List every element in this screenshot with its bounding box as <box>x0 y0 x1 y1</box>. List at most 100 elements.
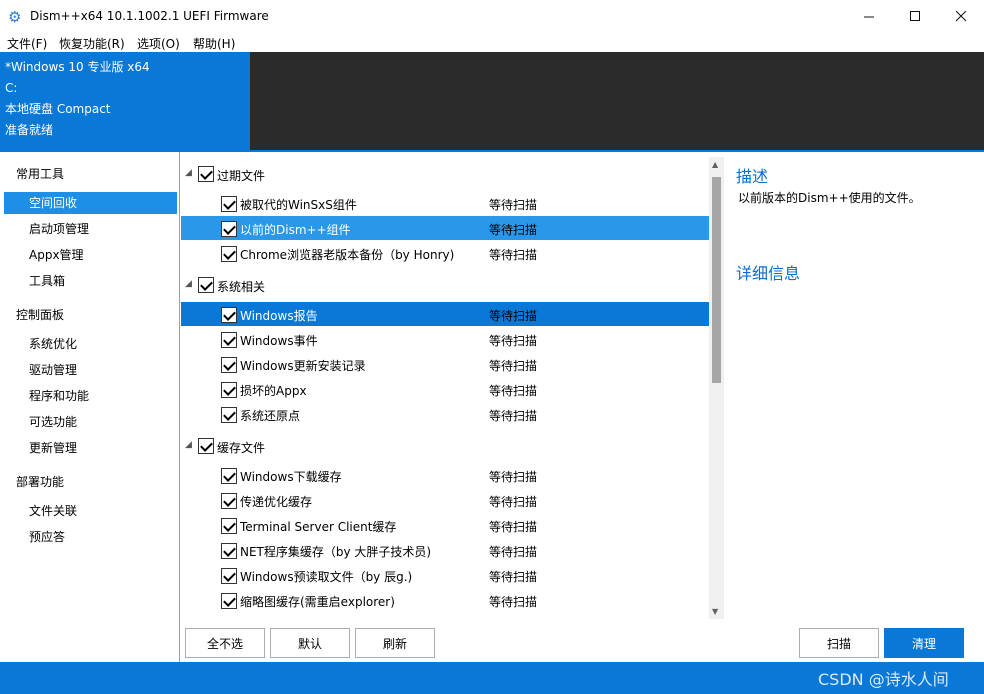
list-item[interactable]: Windows事件 等待扫描 <box>181 327 709 351</box>
os-label: *Windows 10 专业版 x64 <box>5 60 150 74</box>
item-status: 等待扫描 <box>489 223 538 237</box>
scroll-down-arrow-icon[interactable]: ▼ <box>712 607 718 616</box>
group-label: 缓存文件 <box>217 441 266 455</box>
item-checkbox[interactable] <box>221 407 237 423</box>
scroll-up-arrow-icon[interactable]: ▲ <box>712 160 718 169</box>
sidebar-group-common-tools: 常用工具 <box>16 167 65 181</box>
session-area <box>250 52 984 150</box>
cleanup-list: ◢ 过期文件 被取代的WinSxS组件 等待扫描 以前的Dism++组件 等待扫… <box>181 152 709 618</box>
list-group-expired-files[interactable]: ◢ 过期文件 <box>181 162 709 186</box>
list-item[interactable]: Windows更新安装记录 等待扫描 <box>181 352 709 376</box>
collapse-arrow-icon[interactable]: ◢ <box>185 168 195 178</box>
menu-bar: 文件(F) 恢复功能(R) 选项(O) 帮助(H) <box>0 32 984 52</box>
group-checkbox[interactable] <box>198 438 214 454</box>
list-item[interactable]: 系统还原点 等待扫描 <box>181 402 709 426</box>
group-checkbox[interactable] <box>198 277 214 293</box>
item-checkbox[interactable] <box>221 307 237 323</box>
sidebar: 常用工具 空间回收 启动项管理 Appx管理 工具箱 控制面板 系统优化 驱动管… <box>0 152 180 662</box>
item-checkbox[interactable] <box>221 543 237 559</box>
sidebar-item-answer-file[interactable]: 预应答 <box>4 526 177 548</box>
menu-file[interactable]: 文件(F) <box>7 35 47 52</box>
item-status: 等待扫描 <box>489 384 538 398</box>
list-item[interactable]: Windows预读取文件（by 辰g.) 等待扫描 <box>181 563 709 587</box>
item-checkbox[interactable] <box>221 468 237 484</box>
close-button[interactable] <box>938 0 984 32</box>
list-item[interactable]: NET程序集缓存（by 大胖子技术员) 等待扫描 <box>181 538 709 562</box>
item-label: 被取代的WinSxS组件 <box>240 198 357 212</box>
item-checkbox[interactable] <box>221 518 237 534</box>
item-checkbox[interactable] <box>221 568 237 584</box>
list-item[interactable]: 缩略图缓存(需重启explorer) 等待扫描 <box>181 588 709 612</box>
item-label: NET程序集缓存（by 大胖子技术员) <box>240 545 432 559</box>
item-checkbox[interactable] <box>221 221 237 237</box>
minimize-button[interactable] <box>846 0 892 32</box>
item-checkbox[interactable] <box>221 332 237 348</box>
item-checkbox[interactable] <box>221 593 237 609</box>
session-info-panel[interactable]: *Windows 10 专业版 x64 C: 本地硬盘 Compact 准备就绪 <box>0 52 250 150</box>
item-status: 等待扫描 <box>489 595 538 609</box>
collapse-arrow-icon[interactable]: ◢ <box>185 440 195 450</box>
item-checkbox[interactable] <box>221 196 237 212</box>
item-checkbox[interactable] <box>221 357 237 373</box>
item-status: 等待扫描 <box>489 520 538 534</box>
close-icon <box>955 10 966 21</box>
item-status: 等待扫描 <box>489 334 538 348</box>
item-checkbox[interactable] <box>221 382 237 398</box>
maximize-button[interactable] <box>892 0 938 32</box>
list-item[interactable]: 以前的Dism++组件 等待扫描 <box>181 216 709 240</box>
sidebar-item-startup[interactable]: 启动项管理 <box>4 218 177 240</box>
item-status: 等待扫描 <box>489 470 538 484</box>
list-item[interactable]: Chrome浏览器老版本备份（by Honry) 等待扫描 <box>181 241 709 265</box>
menu-help[interactable]: 帮助(H) <box>193 35 235 52</box>
description-title: 描述 <box>736 167 769 186</box>
item-checkbox[interactable] <box>221 246 237 262</box>
sidebar-item-drivers[interactable]: 驱动管理 <box>4 359 177 381</box>
list-item[interactable]: Windows报告 等待扫描 <box>181 302 709 326</box>
item-label: Chrome浏览器老版本备份（by Honry) <box>240 248 455 262</box>
deselect-all-button[interactable]: 全不选 <box>185 628 265 658</box>
sidebar-item-programs[interactable]: 程序和功能 <box>4 385 177 407</box>
list-group-system[interactable]: ◢ 系统相关 <box>181 273 709 297</box>
clean-button[interactable]: 清理 <box>884 628 964 658</box>
description-panel: 描述 以前版本的Dism++使用的文件。 详细信息 <box>725 152 984 618</box>
item-label: Terminal Server Client缓存 <box>240 520 397 534</box>
list-item[interactable]: 损坏的Appx 等待扫描 <box>181 377 709 401</box>
sidebar-item-file-assoc[interactable]: 文件关联 <box>4 500 177 522</box>
description-text: 以前版本的Dism++使用的文件。 <box>738 191 921 205</box>
item-label: 传递优化缓存 <box>240 495 313 509</box>
menu-options[interactable]: 选项(O) <box>137 35 180 52</box>
list-item[interactable]: 被取代的WinSxS组件 等待扫描 <box>181 191 709 215</box>
minimize-icon <box>863 16 874 17</box>
item-label: 损坏的Appx <box>240 384 307 398</box>
sidebar-item-system-optimize[interactable]: 系统优化 <box>4 333 177 355</box>
sidebar-item-appx[interactable]: Appx管理 <box>4 244 177 266</box>
scroll-thumb[interactable] <box>712 177 721 383</box>
group-label: 过期文件 <box>217 169 266 183</box>
list-item[interactable]: Terminal Server Client缓存 等待扫描 <box>181 513 709 537</box>
item-status: 等待扫描 <box>489 570 538 584</box>
sidebar-group-control-panel: 控制面板 <box>16 308 65 322</box>
default-button[interactable]: 默认 <box>270 628 350 658</box>
item-label: Windows预读取文件（by 辰g.) <box>240 570 413 584</box>
item-status: 等待扫描 <box>489 248 538 262</box>
item-status: 等待扫描 <box>489 495 538 509</box>
sidebar-group-deployment: 部署功能 <box>16 475 65 489</box>
item-status: 等待扫描 <box>489 198 538 212</box>
list-item[interactable]: Windows下载缓存 等待扫描 <box>181 463 709 487</box>
group-checkbox[interactable] <box>198 166 214 182</box>
refresh-button[interactable]: 刷新 <box>355 628 435 658</box>
maximize-icon <box>909 10 920 21</box>
sidebar-item-space-cleanup[interactable]: 空间回收 <box>4 192 177 214</box>
menu-restore[interactable]: 恢复功能(R) <box>59 35 125 52</box>
list-group-cache[interactable]: ◢ 缓存文件 <box>181 434 709 458</box>
sidebar-item-optional-features[interactable]: 可选功能 <box>4 411 177 433</box>
list-item[interactable]: 传递优化缓存 等待扫描 <box>181 488 709 512</box>
scan-button[interactable]: 扫描 <box>799 628 879 658</box>
item-status: 等待扫描 <box>489 409 538 423</box>
sidebar-item-toolbox[interactable]: 工具箱 <box>4 270 177 292</box>
list-scrollbar[interactable]: ▲ ▼ <box>709 157 724 619</box>
item-label: Windows下载缓存 <box>240 470 342 484</box>
collapse-arrow-icon[interactable]: ◢ <box>185 279 195 289</box>
sidebar-item-updates[interactable]: 更新管理 <box>4 437 177 459</box>
item-checkbox[interactable] <box>221 493 237 509</box>
